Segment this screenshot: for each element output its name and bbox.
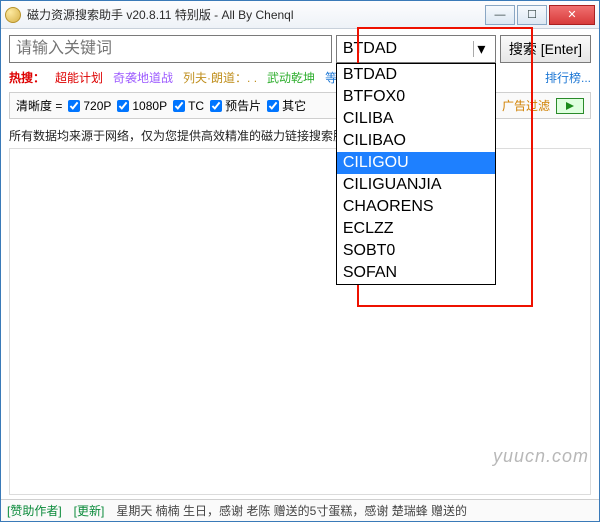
hot-item-0[interactable]: 超能计划	[55, 69, 103, 86]
hot-label: 热搜：	[9, 69, 45, 86]
dropdown-option[interactable]: CILIGUANJIA	[337, 174, 495, 196]
close-button[interactable]: ✕	[549, 5, 595, 25]
dropdown-option[interactable]: ECLZZ	[337, 218, 495, 240]
checkbox-1080p[interactable]	[117, 100, 129, 112]
statusbar: [赞助作者] [更新] 星期天 楠楠 生日，感谢 老陈 赠送的5寸蛋糕，感谢 楚…	[1, 499, 599, 521]
results-area	[9, 148, 591, 495]
window-buttons: — ☐ ✕	[483, 5, 595, 25]
sponsor-link[interactable]: [赞助作者]	[7, 502, 62, 519]
search-row: BTDAD ▾ BTDADBTFOX0CILIBACILIBAOCILIGOUC…	[9, 35, 591, 63]
status-message: 星期天 楠楠 生日，感谢 老陈 赠送的5寸蛋糕，感谢 楚瑞蜂 赠送的	[116, 502, 593, 519]
source-dropdown[interactable]: BTDAD ▾ BTDADBTFOX0CILIBACILIBAOCILIGOUC…	[336, 35, 496, 63]
dropdown-option[interactable]: SOBT0	[337, 240, 495, 262]
filter-other[interactable]: 其它	[267, 97, 306, 114]
filter-trailer[interactable]: 预告片	[210, 97, 261, 114]
checkbox-trailer[interactable]	[210, 100, 222, 112]
hot-item-2[interactable]: 列夫·朗道：. .	[183, 69, 257, 86]
info-text: 所有数据均来源于网络，仅为您提供高效精准的磁力链接搜索服务！	[9, 127, 591, 144]
play-button[interactable]	[556, 98, 584, 114]
titlebar: 磁力资源搜索助手 v20.8.11 特别版 - All By Chenql — …	[1, 1, 599, 29]
filter-label: 清晰度 =	[16, 97, 62, 114]
filter-tc[interactable]: TC	[173, 99, 204, 113]
dropdown-option[interactable]: BTFOX0	[337, 86, 495, 108]
window-title: 磁力资源搜索助手 v20.8.11 特别版 - All By Chenql	[27, 6, 483, 23]
rank-link[interactable]: 排行榜...	[545, 69, 591, 86]
app-icon	[5, 7, 21, 23]
dropdown-option[interactable]: BTDAD	[337, 64, 495, 86]
dropdown-list[interactable]: BTDADBTFOX0CILIBACILIBAOCILIGOUCILIGUANJ…	[336, 63, 496, 285]
dropdown-option[interactable]: CHAORENS	[337, 196, 495, 218]
dropdown-option[interactable]: CILIBAO	[337, 130, 495, 152]
ad-filter-label: 广告过滤	[502, 97, 550, 114]
dropdown-option[interactable]: SOFAN	[337, 262, 495, 284]
minimize-button[interactable]: —	[485, 5, 515, 25]
maximize-button[interactable]: ☐	[517, 5, 547, 25]
hot-item-1[interactable]: 奇袭地道战	[113, 69, 173, 86]
hot-item-3[interactable]: 武动乾坤	[267, 69, 315, 86]
dropdown-option[interactable]: CILIBA	[337, 108, 495, 130]
dropdown-selected[interactable]: BTDAD ▾	[336, 35, 496, 63]
filter-720p[interactable]: 720P	[68, 99, 111, 113]
search-input[interactable]	[9, 35, 332, 63]
search-button[interactable]: 搜索 [Enter]	[500, 35, 591, 63]
checkbox-720p[interactable]	[68, 100, 80, 112]
dropdown-selected-label: BTDAD	[343, 40, 397, 58]
update-link[interactable]: [更新]	[74, 502, 105, 519]
filter-1080p[interactable]: 1080P	[117, 99, 167, 113]
dropdown-option[interactable]: CILIGOU	[337, 152, 495, 174]
hot-search-row: 热搜： 超能计划 奇袭地道战 列夫·朗道：. . 武动乾坤 等待野蛮人 排行榜.…	[9, 69, 591, 86]
filter-row: 清晰度 = 720P 1080P TC 预告片 其它 广告过滤	[9, 92, 591, 119]
checkbox-other[interactable]	[267, 100, 279, 112]
play-icon	[565, 101, 575, 111]
checkbox-tc[interactable]	[173, 100, 185, 112]
app-window: 磁力资源搜索助手 v20.8.11 特别版 - All By Chenql — …	[0, 0, 600, 522]
client-area: BTDAD ▾ BTDADBTFOX0CILIBACILIBAOCILIGOUC…	[1, 29, 599, 499]
chevron-down-icon: ▾	[473, 41, 489, 57]
